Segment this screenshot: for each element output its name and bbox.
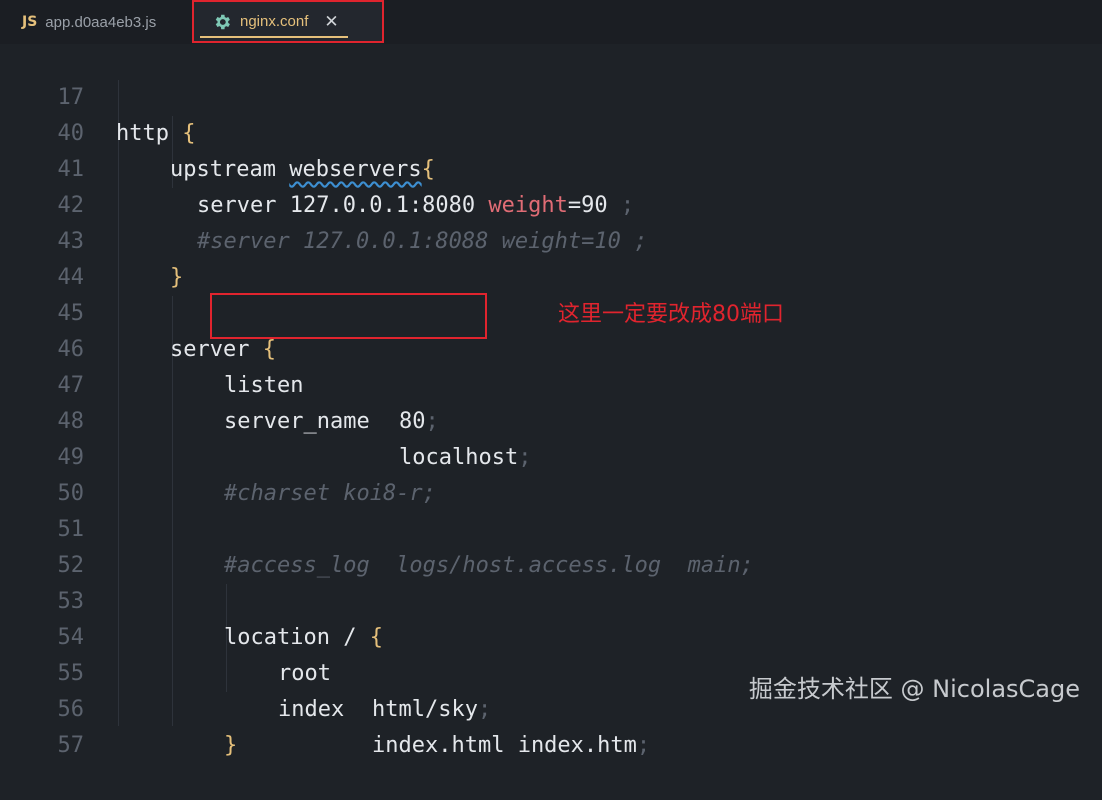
code-line: 53 location / { (0, 548, 1102, 650)
close-icon[interactable]: ✕ (324, 12, 338, 32)
tab-nginx-conf[interactable]: nginx.conf ✕ (192, 0, 384, 43)
code-editor[interactable]: 17 http { 40 upstream webservers{ 41 ser… (0, 44, 1102, 758)
tab-label: nginx.conf (240, 13, 309, 30)
code-line: 51 #access_log logs/host.access.log main… (0, 476, 1102, 578)
code-line: 45 server { (0, 260, 1102, 362)
index-value: index.html index.htm (372, 733, 637, 758)
code-line: 55 index index.html index.htm; (0, 620, 1102, 758)
tab-label: app.d0aa4eb3.js (45, 13, 157, 31)
code-line: 49 #charset koi8-r; (0, 404, 1102, 506)
tab-app-js[interactable]: JS app.d0aa4eb3.js (22, 0, 156, 44)
active-tab-underline (200, 36, 348, 38)
code-line: 43 } (0, 188, 1102, 290)
code-line: 44 (0, 224, 1102, 290)
code-line: 42 #server 127.0.0.1:8088 weight=10 ; (0, 152, 1102, 254)
gear-icon (215, 14, 230, 29)
annotation-text: 这里一定要改成80端口 (558, 302, 784, 327)
code-line: 52 (0, 512, 1102, 578)
code-line: 17 http { (0, 44, 1102, 146)
code-line: 40 upstream webservers{ (0, 80, 1102, 182)
tab-bar: JS app.d0aa4eb3.js nginx.conf ✕ (0, 0, 1102, 44)
code-line: 41 server 127.0.0.1:8080 weight=90 ; (0, 116, 1102, 218)
watermark: 掘金技术社区 @ NicolasCage (748, 675, 1080, 703)
code-line: 54 root html/sky; (0, 584, 1102, 722)
line-number: 57 (57, 733, 85, 758)
highlight-box (210, 293, 487, 339)
code-line: 47 server_name localhost; (0, 332, 1102, 470)
code-line: 46 listen 80; (0, 296, 1102, 434)
code-line: 50 (0, 440, 1102, 506)
js-file-icon: JS (22, 14, 38, 30)
code-line: 48 (0, 368, 1102, 434)
